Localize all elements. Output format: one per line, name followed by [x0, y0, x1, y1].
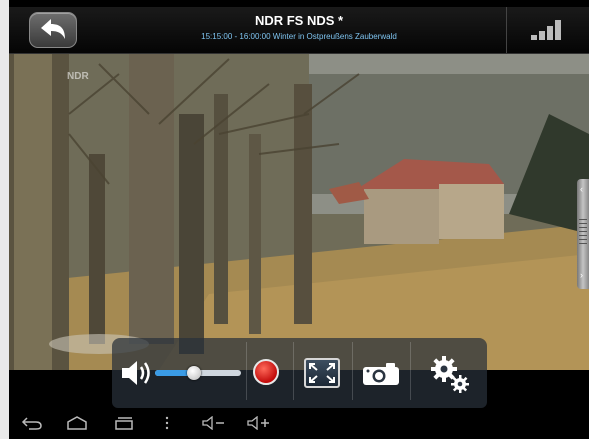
record-button[interactable]: [253, 359, 279, 385]
fullscreen-icon: [309, 363, 335, 383]
volume-thumb[interactable]: [186, 366, 201, 380]
divider: [352, 342, 353, 400]
back-nav-icon[interactable]: [21, 416, 43, 430]
channel-title: NDR FS NDS *: [254, 13, 344, 28]
menu-nav-icon[interactable]: [164, 416, 170, 430]
divider: [246, 342, 247, 400]
volume-up-icon[interactable]: [247, 416, 271, 430]
back-arrow-icon: [41, 19, 65, 39]
divider: [506, 7, 507, 53]
video-frame: [9, 54, 589, 370]
fullscreen-button[interactable]: [304, 358, 340, 388]
signal-strength-icon[interactable]: [531, 20, 565, 40]
settings-icon[interactable]: [429, 354, 471, 394]
recents-nav-icon[interactable]: [114, 416, 134, 430]
volume-down-icon[interactable]: [202, 416, 226, 430]
grip-icon: [579, 219, 587, 247]
camera-icon[interactable]: [362, 362, 400, 386]
playback-controls: [112, 338, 487, 408]
app-window: NDR FS NDS * 15:15:00 - 16:00:00 Winter …: [9, 0, 589, 439]
chevron-left-icon: ‹: [580, 184, 583, 194]
volume-slider[interactable]: [155, 366, 241, 380]
divider: [410, 342, 411, 400]
volume-icon[interactable]: [120, 358, 154, 388]
top-bar: NDR FS NDS * 15:15:00 - 16:00:00 Winter …: [9, 7, 589, 54]
back-button[interactable]: [29, 12, 77, 48]
video-player[interactable]: NDR ‹ ›: [9, 54, 589, 370]
divider: [293, 342, 294, 400]
chevron-right-icon: ›: [580, 270, 583, 280]
system-navigation-bar: [9, 408, 589, 439]
title-area: NDR FS NDS * 15:15:00 - 16:00:00 Winter …: [109, 12, 489, 43]
home-nav-icon[interactable]: [66, 416, 88, 430]
program-info: 15:15:00 - 16:00:00 Winter in Ostpreußen…: [201, 32, 397, 41]
channel-watermark: NDR: [67, 71, 89, 82]
side-drawer-handle[interactable]: ‹ ›: [577, 179, 589, 289]
